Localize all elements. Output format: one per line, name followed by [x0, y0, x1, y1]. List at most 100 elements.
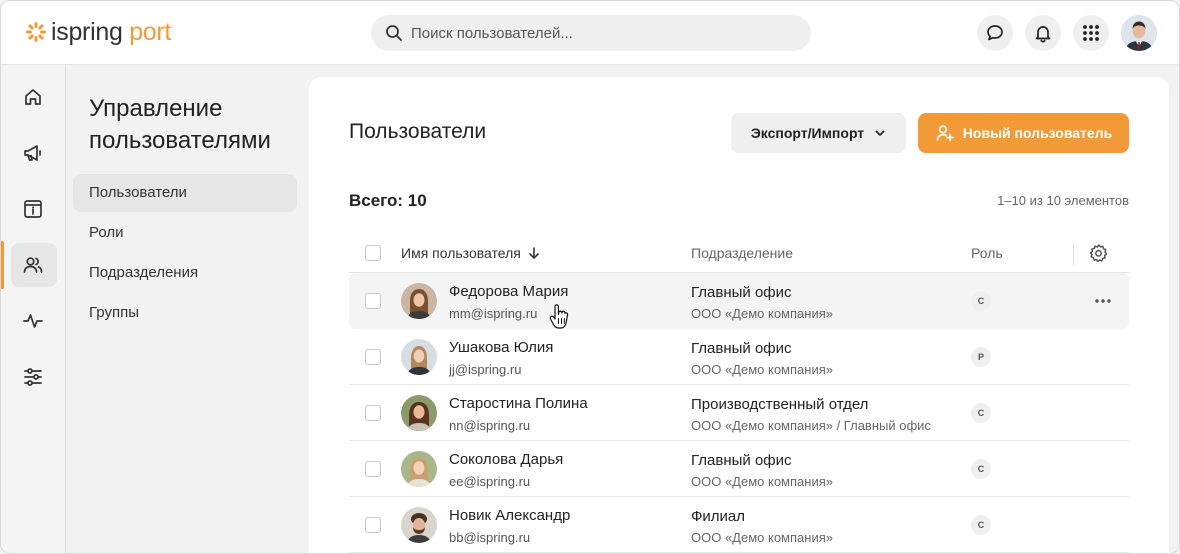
row-checkbox[interactable]	[365, 461, 381, 477]
user-name[interactable]: Старостина Полина	[449, 395, 588, 412]
home-icon	[25, 89, 41, 105]
user-department: Главный офис	[691, 340, 792, 357]
rail-item-users[interactable]	[1, 241, 65, 289]
user-email: mm@ispring.ru	[449, 306, 538, 321]
pagination-range: 1–10 из 10 элементов	[997, 193, 1129, 208]
table-row[interactable]: Соколова Дарья ee@ispring.ru Главный офи…	[349, 441, 1129, 497]
user-department: Главный офис	[691, 284, 792, 301]
rail-item-settings[interactable]	[1, 353, 65, 401]
new-user-button[interactable]: Новый пользователь	[918, 113, 1129, 153]
sliders-icon	[24, 368, 42, 386]
section-title: Управление пользователями	[89, 95, 271, 154]
row-checkbox[interactable]	[365, 349, 381, 365]
avatar	[401, 395, 437, 431]
user-email: nn@ispring.ru	[449, 418, 531, 433]
nav-item-groups[interactable]: Группы	[73, 294, 297, 332]
user-email: ee@ispring.ru	[449, 474, 531, 489]
user-photo-icon	[401, 451, 437, 487]
rail-item-info[interactable]	[1, 185, 65, 233]
table-row[interactable]: Новик Александр bb@ispring.ru Филиал ООО…	[349, 497, 1129, 553]
user-company: ООО «Демо компания»	[691, 530, 833, 545]
gear-icon[interactable]	[1089, 243, 1109, 263]
avatar	[401, 451, 437, 487]
user-company: ООО «Демо компания» / Главный офис	[691, 418, 931, 433]
nav-item-roles[interactable]: Роли	[73, 214, 297, 252]
user-department: Главный офис	[691, 452, 792, 469]
left-rail	[1, 65, 66, 553]
app-window: ispring port Поиск пользователей... Упра…	[0, 0, 1180, 554]
user-name[interactable]: Новик Александр	[449, 507, 570, 524]
role-badge: С	[971, 515, 991, 535]
row-checkbox[interactable]	[365, 405, 381, 421]
column-role-header[interactable]: Роль	[971, 245, 1003, 261]
table-row[interactable]: Федорова Мария mm@ispring.ru Главный офи…	[349, 273, 1129, 329]
megaphone-icon	[24, 145, 41, 161]
table-row[interactable]: Ушакова Юлия jj@ispring.ru Главный офис …	[349, 329, 1129, 385]
column-name-header[interactable]: Имя пользователя	[401, 245, 541, 261]
export-import-label: Экспорт/Импорт	[750, 125, 865, 141]
user-email: jj@ispring.ru	[449, 362, 522, 377]
user-company: ООО «Демо компания»	[691, 362, 833, 377]
rail-item-announcements[interactable]	[1, 129, 65, 177]
export-import-button[interactable]: Экспорт/Импорт	[731, 113, 906, 153]
user-department: Производственный отдел	[691, 396, 869, 413]
user-company: ООО «Демо компания»	[691, 306, 833, 321]
section-nav: Управление пользователями Пользователи Р…	[67, 65, 307, 553]
more-options-icon[interactable]	[1093, 291, 1113, 311]
logo-text: ispring port	[51, 18, 172, 46]
logo[interactable]: ispring port	[25, 18, 171, 46]
user-name[interactable]: Соколова Дарья	[449, 451, 563, 468]
grid-icon	[1083, 25, 1099, 41]
activity-icon	[23, 314, 43, 328]
user-photo-icon	[401, 395, 437, 431]
chat-button[interactable]	[977, 15, 1013, 51]
add-user-icon	[936, 125, 954, 142]
column-dept-header[interactable]: Подразделение	[691, 245, 793, 261]
select-all-checkbox[interactable]	[365, 245, 381, 261]
role-badge: С	[971, 291, 991, 311]
rail-item-activity[interactable]	[1, 297, 65, 345]
chat-bubble-icon	[987, 25, 1003, 41]
row-checkbox[interactable]	[365, 293, 381, 309]
role-badge: С	[971, 403, 991, 423]
table-header: Имя пользователя Подразделение Роль	[349, 235, 1129, 273]
role-badge: Р	[971, 347, 991, 367]
main-card: Пользователи Экспорт/Импорт Новый пользо…	[309, 77, 1169, 553]
apps-button[interactable]	[1073, 15, 1109, 51]
nav-item-users[interactable]: Пользователи	[73, 174, 297, 212]
user-photo-icon	[401, 507, 437, 543]
search-input[interactable]	[411, 24, 791, 42]
search-bar[interactable]	[371, 15, 811, 51]
user-company: ООО «Демо компания»	[691, 474, 833, 489]
users-icon	[23, 257, 43, 273]
notifications-button[interactable]	[1025, 15, 1061, 51]
user-name[interactable]: Федорова Мария	[449, 283, 568, 300]
user-department: Филиал	[691, 508, 746, 525]
avatar	[401, 507, 437, 543]
chevron-down-icon	[875, 130, 885, 136]
user-photo-icon	[1121, 15, 1157, 51]
role-badge: С	[971, 459, 991, 479]
rail-item-home[interactable]	[1, 73, 65, 121]
user-photo-icon	[401, 283, 437, 319]
user-email: bb@ispring.ru	[449, 530, 531, 545]
avatar	[401, 339, 437, 375]
info-box-icon	[24, 200, 42, 218]
nav-item-departments[interactable]: Подразделения	[73, 254, 297, 292]
avatar	[401, 283, 437, 319]
total-count: Всего: 10	[349, 191, 427, 210]
hand-cursor-icon	[549, 304, 569, 329]
profile-avatar[interactable]	[1121, 15, 1157, 51]
new-user-label: Новый пользователь	[962, 125, 1113, 141]
row-checkbox[interactable]	[365, 517, 381, 533]
header-divider	[1073, 243, 1074, 265]
page-title: Пользователи	[349, 120, 487, 143]
table-row[interactable]: Старостина Полина nn@ispring.ru Производ…	[349, 385, 1129, 441]
logo-sun-icon	[26, 22, 46, 42]
top-bar: ispring port	[1, 1, 1179, 65]
user-photo-icon	[401, 339, 437, 375]
search-icon	[386, 25, 402, 41]
bell-icon	[1035, 26, 1051, 43]
arrow-down-icon	[529, 247, 539, 259]
user-name[interactable]: Ушакова Юлия	[449, 339, 553, 356]
